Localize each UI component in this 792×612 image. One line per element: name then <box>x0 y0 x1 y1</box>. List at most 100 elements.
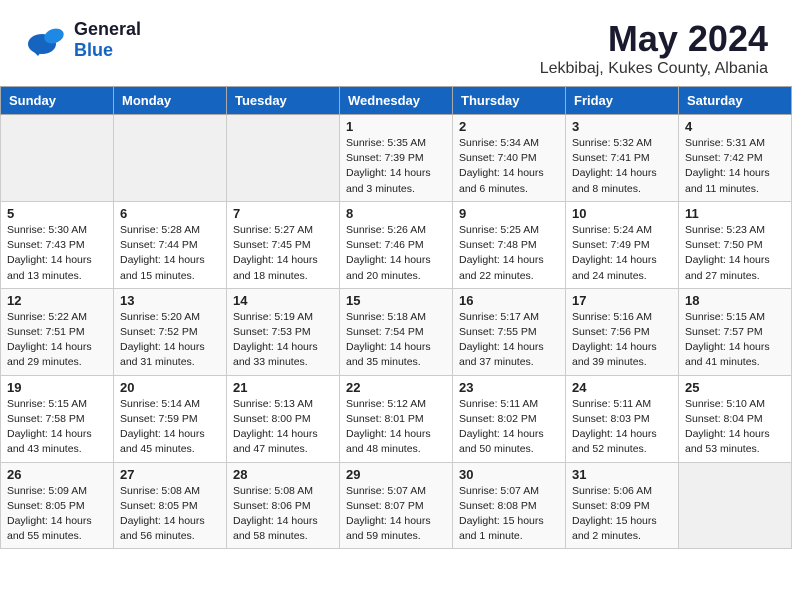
calendar-week-row: 26 Sunrise: 5:09 AM Sunset: 8:05 PM Dayli… <box>1 462 792 549</box>
day-number: 31 <box>572 467 672 482</box>
calendar-day-cell: 16 Sunrise: 5:17 AM Sunset: 7:55 PM Dayli… <box>453 288 566 375</box>
day-number: 25 <box>685 380 785 395</box>
day-number: 1 <box>346 119 446 134</box>
day-number: 5 <box>7 206 107 221</box>
day-info: Sunrise: 5:07 AM Sunset: 8:08 PM Dayligh… <box>459 484 559 545</box>
weekday-header-row: SundayMondayTuesdayWednesdayThursdayFrid… <box>1 87 792 115</box>
header: General Blue May 2024 Lekbibaj, Kukes Co… <box>0 0 792 86</box>
day-info: Sunrise: 5:13 AM Sunset: 8:00 PM Dayligh… <box>233 397 333 458</box>
calendar-day-cell: 4 Sunrise: 5:31 AM Sunset: 7:42 PM Daylig… <box>679 115 792 202</box>
day-info: Sunrise: 5:12 AM Sunset: 8:01 PM Dayligh… <box>346 397 446 458</box>
day-number: 28 <box>233 467 333 482</box>
day-number: 14 <box>233 293 333 308</box>
day-info: Sunrise: 5:31 AM Sunset: 7:42 PM Dayligh… <box>685 136 785 197</box>
calendar-day-cell <box>1 115 114 202</box>
day-info: Sunrise: 5:28 AM Sunset: 7:44 PM Dayligh… <box>120 223 220 284</box>
day-number: 6 <box>120 206 220 221</box>
calendar-week-row: 19Sunrise: 5:15 AM Sunset: 7:58 PM Dayli… <box>1 375 792 462</box>
day-info: Sunrise: 5:19 AM Sunset: 7:53 PM Dayligh… <box>233 310 333 371</box>
calendar-table: SundayMondayTuesdayWednesdayThursdayFrid… <box>0 86 792 549</box>
main-title: May 2024 <box>540 18 768 60</box>
day-number: 12 <box>7 293 107 308</box>
day-number: 4 <box>685 119 785 134</box>
weekday-header: Monday <box>114 87 227 115</box>
calendar-week-row: 1 Sunrise: 5:35 AM Sunset: 7:39 PM Daylig… <box>1 115 792 202</box>
day-number: 3 <box>572 119 672 134</box>
calendar-day-cell: 7 Sunrise: 5:27 AM Sunset: 7:45 PM Daylig… <box>227 201 340 288</box>
calendar-day-cell: 21 Sunrise: 5:13 AM Sunset: 8:00 PM Dayli… <box>227 375 340 462</box>
calendar-day-cell: 29Sunrise: 5:07 AM Sunset: 8:07 PM Dayli… <box>340 462 453 549</box>
calendar-day-cell: 2Sunrise: 5:34 AM Sunset: 7:40 PM Daylig… <box>453 115 566 202</box>
day-info: Sunrise: 5:30 AM Sunset: 7:43 PM Dayligh… <box>7 223 107 284</box>
day-info: Sunrise: 5:15 AM Sunset: 7:58 PM Dayligh… <box>7 397 107 458</box>
day-info: Sunrise: 5:11 AM Sunset: 8:02 PM Dayligh… <box>459 397 559 458</box>
day-number: 26 <box>7 467 107 482</box>
day-number: 2 <box>459 119 559 134</box>
logo-blue: Blue <box>74 40 141 61</box>
day-info: Sunrise: 5:35 AM Sunset: 7:39 PM Dayligh… <box>346 136 446 197</box>
calendar-day-cell: 12Sunrise: 5:22 AM Sunset: 7:51 PM Dayli… <box>1 288 114 375</box>
weekday-header: Wednesday <box>340 87 453 115</box>
day-info: Sunrise: 5:15 AM Sunset: 7:57 PM Dayligh… <box>685 310 785 371</box>
calendar-day-cell: 20Sunrise: 5:14 AM Sunset: 7:59 PM Dayli… <box>114 375 227 462</box>
weekday-header: Thursday <box>453 87 566 115</box>
logo-icon <box>24 18 68 62</box>
day-info: Sunrise: 5:23 AM Sunset: 7:50 PM Dayligh… <box>685 223 785 284</box>
subtitle: Lekbibaj, Kukes County, Albania <box>540 60 768 78</box>
title-block: May 2024 Lekbibaj, Kukes County, Albania <box>540 18 768 78</box>
calendar-day-cell: 14 Sunrise: 5:19 AM Sunset: 7:53 PM Dayli… <box>227 288 340 375</box>
day-number: 8 <box>346 206 446 221</box>
day-info: Sunrise: 5:18 AM Sunset: 7:54 PM Dayligh… <box>346 310 446 371</box>
day-info: Sunrise: 5:09 AM Sunset: 8:05 PM Dayligh… <box>7 484 107 545</box>
day-number: 17 <box>572 293 672 308</box>
calendar-day-cell: 31 Sunrise: 5:06 AM Sunset: 8:09 PM Dayli… <box>566 462 679 549</box>
day-number: 9 <box>459 206 559 221</box>
calendar-day-cell: 26 Sunrise: 5:09 AM Sunset: 8:05 PM Dayli… <box>1 462 114 549</box>
calendar-week-row: 12Sunrise: 5:22 AM Sunset: 7:51 PM Dayli… <box>1 288 792 375</box>
calendar-day-cell: 18Sunrise: 5:15 AM Sunset: 7:57 PM Dayli… <box>679 288 792 375</box>
day-info: Sunrise: 5:11 AM Sunset: 8:03 PM Dayligh… <box>572 397 672 458</box>
calendar-day-cell: 5 Sunrise: 5:30 AM Sunset: 7:43 PM Daylig… <box>1 201 114 288</box>
calendar-week-row: 5 Sunrise: 5:30 AM Sunset: 7:43 PM Daylig… <box>1 201 792 288</box>
calendar-day-cell <box>114 115 227 202</box>
day-info: Sunrise: 5:06 AM Sunset: 8:09 PM Dayligh… <box>572 484 672 545</box>
day-info: Sunrise: 5:32 AM Sunset: 7:41 PM Dayligh… <box>572 136 672 197</box>
calendar-day-cell: 15 Sunrise: 5:18 AM Sunset: 7:54 PM Dayli… <box>340 288 453 375</box>
calendar-day-cell: 24 Sunrise: 5:11 AM Sunset: 8:03 PM Dayli… <box>566 375 679 462</box>
day-number: 24 <box>572 380 672 395</box>
day-info: Sunrise: 5:16 AM Sunset: 7:56 PM Dayligh… <box>572 310 672 371</box>
logo-general: General <box>74 19 141 40</box>
calendar-day-cell: 11 Sunrise: 5:23 AM Sunset: 7:50 PM Dayli… <box>679 201 792 288</box>
weekday-header: Friday <box>566 87 679 115</box>
day-info: Sunrise: 5:24 AM Sunset: 7:49 PM Dayligh… <box>572 223 672 284</box>
calendar-day-cell: 22Sunrise: 5:12 AM Sunset: 8:01 PM Dayli… <box>340 375 453 462</box>
calendar-day-cell: 23 Sunrise: 5:11 AM Sunset: 8:02 PM Dayli… <box>453 375 566 462</box>
day-info: Sunrise: 5:17 AM Sunset: 7:55 PM Dayligh… <box>459 310 559 371</box>
day-info: Sunrise: 5:26 AM Sunset: 7:46 PM Dayligh… <box>346 223 446 284</box>
day-info: Sunrise: 5:20 AM Sunset: 7:52 PM Dayligh… <box>120 310 220 371</box>
day-number: 23 <box>459 380 559 395</box>
day-number: 15 <box>346 293 446 308</box>
calendar-day-cell: 17 Sunrise: 5:16 AM Sunset: 7:56 PM Dayli… <box>566 288 679 375</box>
weekday-header: Saturday <box>679 87 792 115</box>
calendar-day-cell: 27 Sunrise: 5:08 AM Sunset: 8:05 PM Dayli… <box>114 462 227 549</box>
calendar-day-cell: 8 Sunrise: 5:26 AM Sunset: 7:46 PM Daylig… <box>340 201 453 288</box>
logo-text: General Blue <box>74 19 141 61</box>
logo: General Blue <box>24 18 141 62</box>
day-number: 21 <box>233 380 333 395</box>
day-info: Sunrise: 5:27 AM Sunset: 7:45 PM Dayligh… <box>233 223 333 284</box>
day-number: 27 <box>120 467 220 482</box>
day-info: Sunrise: 5:07 AM Sunset: 8:07 PM Dayligh… <box>346 484 446 545</box>
day-info: Sunrise: 5:25 AM Sunset: 7:48 PM Dayligh… <box>459 223 559 284</box>
calendar-day-cell: 19Sunrise: 5:15 AM Sunset: 7:58 PM Dayli… <box>1 375 114 462</box>
calendar-day-cell: 30 Sunrise: 5:07 AM Sunset: 8:08 PM Dayli… <box>453 462 566 549</box>
day-number: 11 <box>685 206 785 221</box>
day-number: 16 <box>459 293 559 308</box>
day-number: 30 <box>459 467 559 482</box>
calendar-day-cell: 1 Sunrise: 5:35 AM Sunset: 7:39 PM Daylig… <box>340 115 453 202</box>
weekday-header: Sunday <box>1 87 114 115</box>
calendar-day-cell: 3 Sunrise: 5:32 AM Sunset: 7:41 PM Daylig… <box>566 115 679 202</box>
day-number: 20 <box>120 380 220 395</box>
day-info: Sunrise: 5:08 AM Sunset: 8:05 PM Dayligh… <box>120 484 220 545</box>
day-number: 7 <box>233 206 333 221</box>
